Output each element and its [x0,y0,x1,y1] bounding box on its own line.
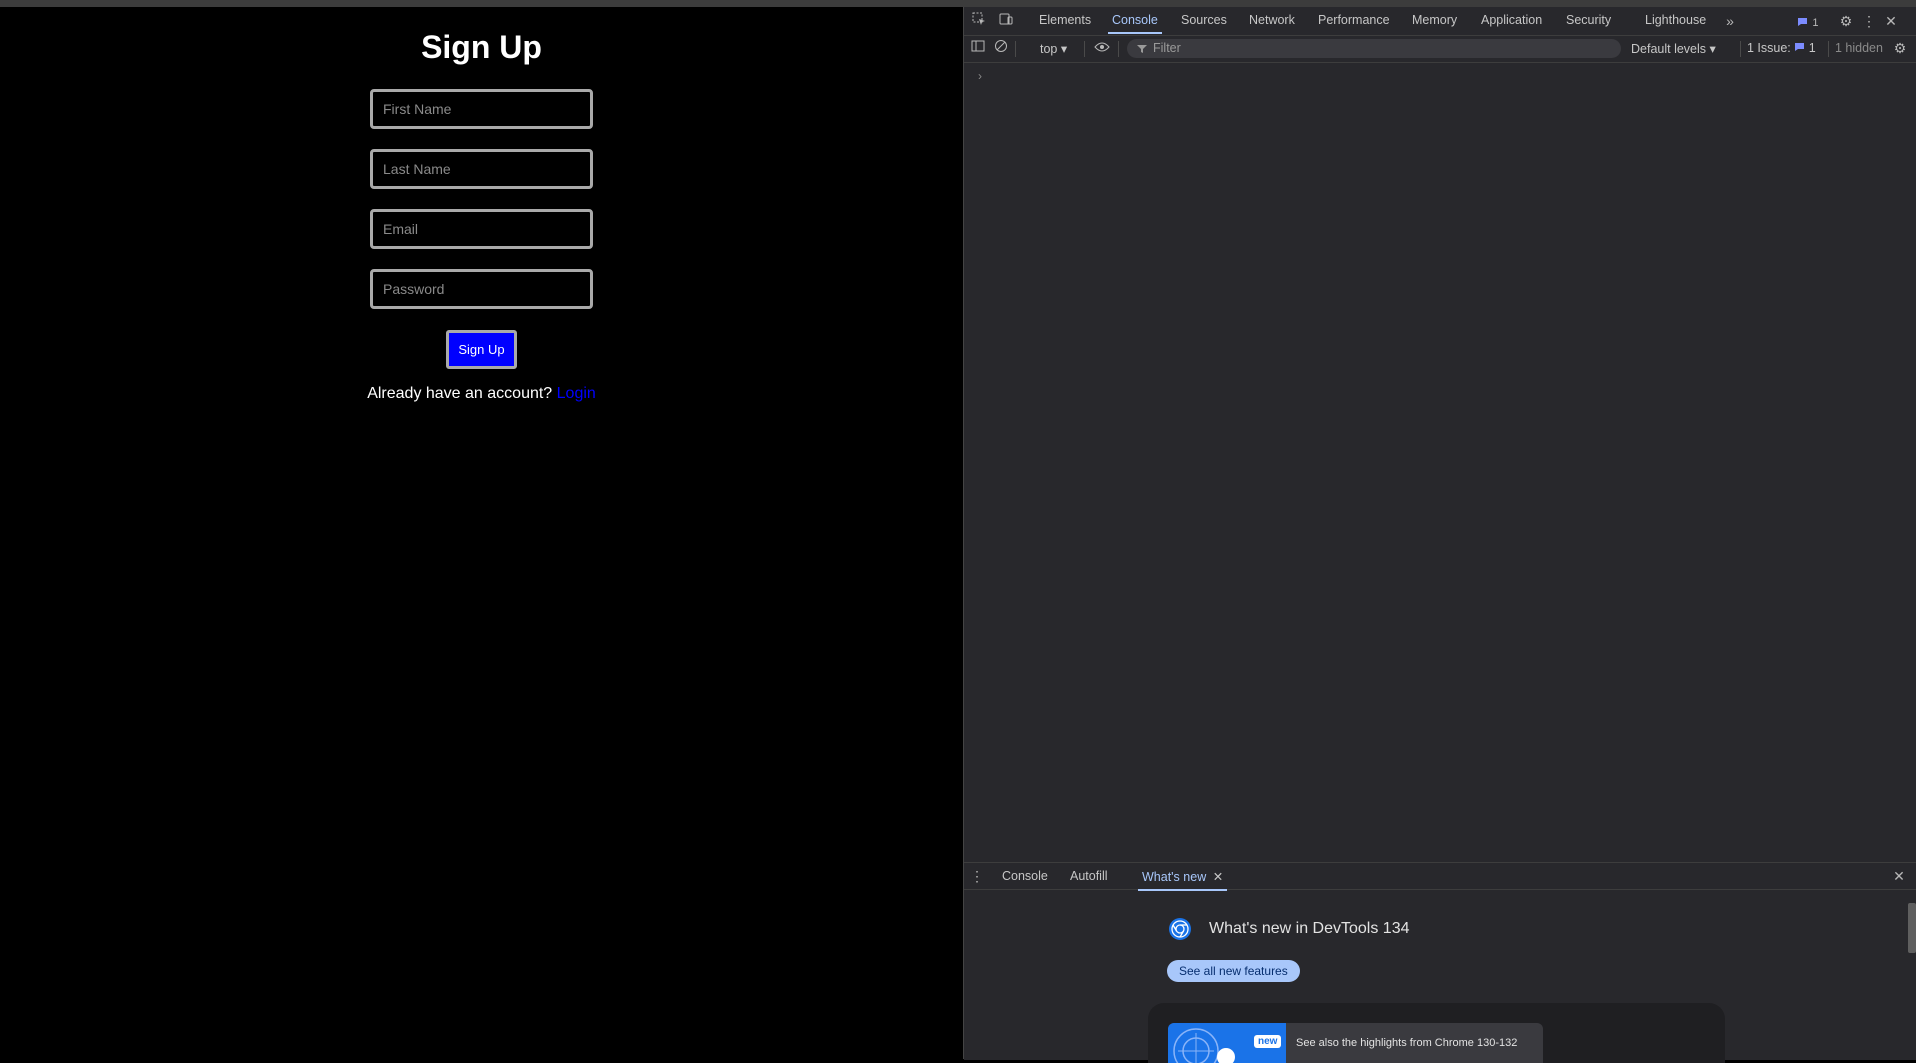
login-prompt-line: Already have an account? Login [0,385,963,403]
issues-label: 1 Issue: [1747,41,1791,55]
page-title: Sign Up [421,29,542,65]
drawer-tab-whats-new[interactable]: What's new ✕ [1137,869,1228,891]
console-prompt[interactable]: › [978,69,982,83]
console-toolbar: top ▾ Filter Default levels ▾ 1 Issue: 1… [964,36,1916,63]
password-input[interactable] [370,269,593,309]
devtools-tabbar: Elements Console Sources Network Perform… [964,7,1916,36]
filter-placeholder: Filter [1153,41,1181,55]
settings-gear-icon[interactable]: ⚙ [1837,12,1855,30]
first-name-input[interactable] [370,89,593,129]
console-settings-gear-icon[interactable]: ⚙ [1891,39,1909,57]
tab-memory[interactable]: Memory [1412,13,1457,27]
live-expression-eye-icon[interactable] [1093,39,1111,57]
signup-page: Sign Up Sign Up Already have an account?… [0,7,963,1059]
device-toolbar-icon[interactable] [997,12,1015,30]
drawer-menu-icon[interactable]: ⋮ [968,867,986,885]
drawer-scrollbar[interactable] [1908,903,1916,953]
context-label: top [1040,42,1058,56]
tab-lighthouse[interactable]: Lighthouse [1645,13,1706,27]
see-all-features-button[interactable]: See all new features [1167,960,1300,982]
more-options-icon[interactable]: ⋮ [1860,12,1878,30]
devtools-drawer: ⋮ Console Autofill What's new ✕ ✕ What's… [964,862,1916,1063]
tab-performance[interactable]: Performance [1318,13,1390,27]
last-name-input[interactable] [370,149,593,189]
whats-new-tab-label: What's new [1142,870,1207,884]
log-levels-dropdown[interactable]: Default levels ▾ [1631,41,1716,56]
browser-top-strip [0,0,1916,7]
inspect-element-icon[interactable] [970,12,988,30]
signup-button[interactable]: Sign Up [446,330,517,369]
filter-icon [1137,39,1147,58]
login-link[interactable]: Login [557,385,596,402]
issues-count: 1 [1808,41,1816,55]
email-input[interactable] [370,209,593,249]
more-tabs-chevron-icon[interactable]: » [1721,12,1739,30]
login-prompt-text: Already have an account? [367,385,553,402]
tab-elements[interactable]: Elements [1039,13,1091,27]
drawer-tabbar: ⋮ Console Autofill What's new ✕ ✕ [964,863,1916,891]
close-devtools-icon[interactable]: ✕ [1882,12,1900,30]
issues-badge[interactable]: 1 [1795,12,1821,30]
issues-counter[interactable]: 1 Issue: 1 [1747,41,1816,55]
highlights-item[interactable]: new See also the highlights from Chrome … [1168,1023,1543,1063]
tab-sources[interactable]: Sources [1181,13,1227,27]
context-selector[interactable]: top ▾ [1040,41,1067,56]
close-tab-icon[interactable]: ✕ [1213,870,1223,884]
tab-console[interactable]: Console [1108,13,1162,34]
drawer-tab-autofill[interactable]: Autofill [1070,869,1108,883]
log-levels-label: Default levels [1631,42,1707,56]
sidebar-toggle-icon[interactable] [969,39,987,57]
tab-application[interactable]: Application [1481,13,1542,27]
tab-security[interactable]: Security [1566,13,1611,27]
highlights-card: new See also the highlights from Chrome … [1148,1003,1725,1063]
tab-network[interactable]: Network [1249,13,1295,27]
highlights-thumbnail: new [1168,1023,1286,1063]
hidden-messages-count: 1 hidden [1835,41,1883,55]
console-filter-input[interactable]: Filter [1127,39,1621,58]
issues-badge-count: 1 [1812,17,1819,29]
whats-new-title: What's new in DevTools 134 [1209,920,1410,937]
devtools-panel: Elements Console Sources Network Perform… [963,7,1916,1063]
new-badge: new [1254,1035,1282,1048]
drawer-tab-console[interactable]: Console [1002,869,1048,883]
highlights-text: See also the highlights from Chrome 130-… [1296,1037,1518,1049]
chrome-logo-icon [1168,917,1192,941]
close-drawer-icon[interactable]: ✕ [1890,867,1908,885]
clear-console-icon[interactable] [992,39,1010,57]
